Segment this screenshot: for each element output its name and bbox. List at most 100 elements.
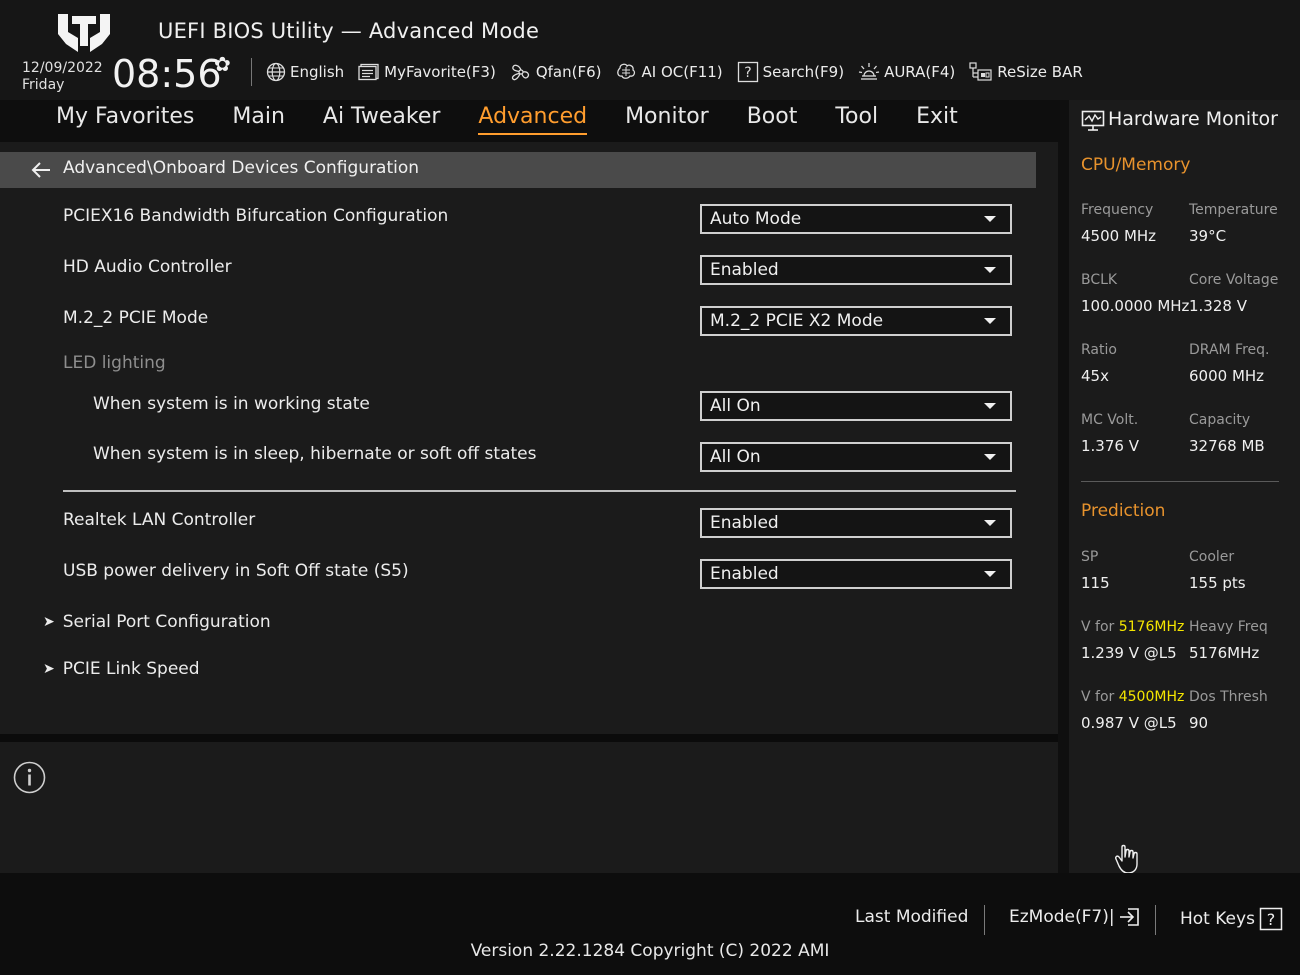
hw-value-bclk: 100.0000 MHz — [1081, 297, 1190, 315]
caret-down-icon — [984, 571, 996, 577]
hotkeys-label: Hot Keys — [1180, 909, 1255, 929]
hw-label-v-for-heavy: V for 5176MHz — [1081, 619, 1184, 635]
highlight-frequency: 4500MHz — [1118, 689, 1185, 705]
setting-label-m2-pcie-mode: M.2_2 PCIE Mode — [63, 308, 209, 328]
dropdown-value: Auto Mode — [710, 209, 802, 229]
hotkeys-button[interactable]: Hot Keys ? — [1180, 907, 1283, 931]
submenu-pcie-link-speed[interactable]: ➤ PCIE Link Speed — [43, 659, 200, 679]
hw-label-cooler: Cooler — [1189, 549, 1235, 565]
info-separator — [0, 734, 1058, 742]
tab-monitor[interactable]: Monitor — [625, 104, 709, 135]
prediction-heading: Prediction — [1081, 501, 1166, 521]
dropdown-value: All On — [710, 396, 761, 416]
hw-value-heavy-freq: 5176MHz — [1189, 644, 1260, 662]
bios-title: UEFI BIOS Utility — Advanced Mode — [158, 19, 540, 43]
realtek-lan-dropdown[interactable]: Enabled — [700, 508, 1012, 538]
tab-tool[interactable]: Tool — [835, 104, 878, 135]
tab-advanced[interactable]: Advanced — [478, 104, 588, 135]
svg-text:?: ? — [744, 65, 751, 81]
fan-icon — [511, 64, 529, 81]
hw-value-temperature: 39°C — [1189, 227, 1227, 245]
aura-button[interactable]: AURA(F4) — [858, 61, 955, 83]
hw-label-frequency: Frequency — [1081, 202, 1154, 218]
ai-oc-button[interactable]: AI OC(F11) — [615, 62, 723, 82]
dropdown-value: All On — [710, 447, 761, 467]
hand-cursor-icon — [1115, 844, 1138, 874]
setting-label-led-sleep: When system is in sleep, hibernate or so… — [93, 444, 537, 464]
last-modified-label: Last Modified — [855, 907, 969, 927]
language-label: English — [290, 63, 345, 81]
hw-label-ratio: Ratio — [1081, 342, 1117, 358]
setting-label-hd-audio: HD Audio Controller — [63, 257, 232, 277]
main-tabs: My Favorites Main Ai Tweaker Advanced Mo… — [56, 104, 996, 135]
usb-power-s5-dropdown[interactable]: Enabled — [700, 559, 1012, 589]
clock: 08:56 — [112, 52, 222, 96]
search-button[interactable]: ? Search(F9) — [737, 61, 844, 83]
hw-value-frequency: 4500 MHz — [1081, 227, 1157, 245]
monitor-icon — [1081, 110, 1105, 131]
submenu-arrow-icon: ➤ — [43, 661, 55, 677]
caret-down-icon — [984, 403, 996, 409]
caret-down-icon — [984, 216, 996, 222]
hw-label-core-voltage: Core Voltage — [1189, 272, 1279, 288]
date-day: 12/09/2022 Friday — [22, 60, 103, 94]
aura-light-icon — [858, 63, 880, 80]
settings-gear-icon[interactable]: ✿ — [214, 52, 231, 76]
hw-label-sp: SP — [1081, 549, 1099, 565]
resize-bar-button[interactable]: ReSize BAR — [969, 61, 1083, 83]
footer-divider — [1155, 905, 1156, 935]
pciex16-bifurcation-dropdown[interactable]: Auto Mode — [700, 204, 1012, 234]
hw-label-heavy-freq: Heavy Freq — [1189, 619, 1268, 635]
tab-ai-tweaker[interactable]: Ai Tweaker — [323, 104, 441, 135]
hw-label-dram-freq: DRAM Freq. — [1189, 342, 1270, 358]
last-modified-button[interactable]: Last Modified — [855, 907, 968, 927]
tab-exit[interactable]: Exit — [916, 104, 958, 135]
submenu-label: Serial Port Configuration — [62, 612, 271, 632]
language-button[interactable]: English — [266, 62, 344, 82]
hw-value-dos-thresh: 90 — [1189, 714, 1209, 732]
tab-my-favorites[interactable]: My Favorites — [56, 104, 194, 135]
caret-down-icon — [984, 267, 996, 273]
hd-audio-dropdown[interactable]: Enabled — [700, 255, 1012, 285]
myfavorite-label: MyFavorite(F3) — [384, 63, 496, 81]
tab-boot[interactable]: Boot — [747, 104, 798, 135]
hw-value-mc-volt: 1.376 V — [1081, 437, 1139, 455]
hw-value-dram-freq: 6000 MHz — [1189, 367, 1265, 385]
hw-label-v-for-dos: V for 4500MHz — [1081, 689, 1184, 705]
qfan-button[interactable]: Qfan(F6) — [510, 61, 601, 83]
version-text: Version 2.22.1284 Copyright (C) 2022 AMI — [470, 941, 830, 961]
resize-bar-icon — [969, 62, 992, 81]
hw-value-ratio: 45x — [1081, 367, 1109, 385]
toolbar: English MyFavorite(F3) Qfan(F6) AI OC(F1… — [266, 60, 1083, 84]
myfavorite-button[interactable]: MyFavorite(F3) — [358, 63, 496, 81]
hw-value-v-for-dos: 0.987 V @L5 — [1081, 714, 1177, 732]
ezmode-button[interactable]: EzMode(F7)| — [1009, 907, 1141, 927]
info-icon — [13, 761, 46, 794]
label-prefix: V for — [1081, 689, 1119, 705]
hw-label-mc-volt: MC Volt. — [1081, 412, 1139, 428]
setting-label-realtek-lan: Realtek LAN Controller — [63, 510, 256, 530]
favorite-list-icon — [358, 63, 379, 81]
hw-label-bclk: BCLK — [1081, 272, 1118, 288]
section-divider — [63, 490, 1016, 492]
back-arrow-icon[interactable] — [30, 161, 52, 179]
tab-main[interactable]: Main — [232, 104, 285, 135]
date-text: 12/09/2022 — [22, 60, 103, 76]
resize-bar-label: ReSize BAR — [997, 63, 1083, 81]
dropdown-value: Enabled — [710, 260, 779, 280]
hw-divider — [1081, 481, 1279, 482]
led-working-dropdown[interactable]: All On — [700, 391, 1012, 421]
svg-text:?: ? — [1267, 910, 1276, 929]
aura-label: AURA(F4) — [884, 63, 956, 81]
highlight-frequency: 5176MHz — [1118, 619, 1185, 635]
led-sleep-dropdown[interactable]: All On — [700, 442, 1012, 472]
hw-value-v-for-heavy: 1.239 V @L5 — [1081, 644, 1177, 662]
hardware-monitor-title: Hardware Monitor — [1108, 108, 1278, 130]
section-led-lighting: LED lighting — [63, 353, 166, 373]
caret-down-icon — [984, 520, 996, 526]
submenu-arrow-icon: ➤ — [43, 614, 55, 630]
m2-pcie-mode-dropdown[interactable]: M.2_2 PCIE X2 Mode — [700, 306, 1012, 336]
header-divider — [251, 58, 252, 86]
submenu-serial-port[interactable]: ➤ Serial Port Configuration — [43, 612, 271, 632]
hw-value-capacity: 32768 MB — [1189, 437, 1265, 455]
